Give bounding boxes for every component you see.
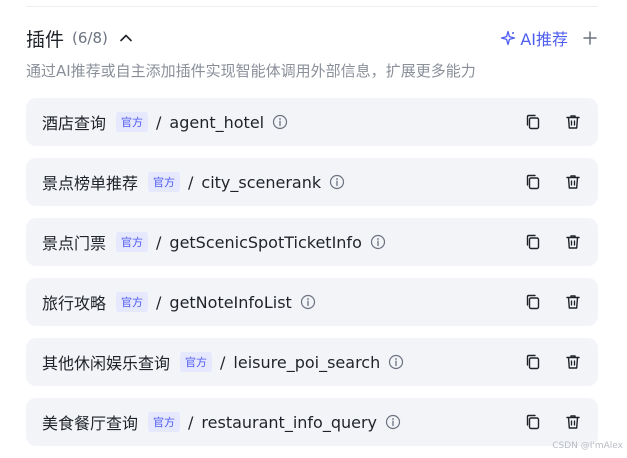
info-icon[interactable]	[300, 294, 316, 310]
sparkle-icon	[500, 30, 516, 46]
plugin-card[interactable]: 其他休闲娱乐查询官方 / leisure_poi_search	[26, 338, 598, 386]
plugin-card[interactable]: 旅行攻略官方 / getNoteInfoList	[26, 278, 598, 326]
plus-icon[interactable]	[582, 30, 598, 46]
ai-recommend-button[interactable]: AI推荐	[500, 26, 568, 50]
plugin-actions	[524, 293, 582, 311]
plugin-card[interactable]: 景点门票官方 / getScenicSpotTicketInfo	[26, 218, 598, 266]
official-badge: 官方	[116, 292, 148, 312]
official-badge: 官方	[116, 112, 148, 132]
info-icon[interactable]	[272, 114, 288, 130]
watermark: CSDN @I'mAlex	[552, 441, 623, 451]
plugin-api-name: getNoteInfoList	[169, 293, 291, 312]
trash-icon[interactable]	[564, 113, 582, 131]
trash-icon[interactable]	[564, 233, 582, 251]
plugin-actions	[524, 113, 582, 131]
trash-icon[interactable]	[564, 293, 582, 311]
info-icon[interactable]	[370, 234, 386, 250]
official-badge: 官方	[180, 352, 212, 372]
separator: /	[156, 113, 161, 132]
trash-icon[interactable]	[564, 353, 582, 371]
ai-recommend-label: AI推荐	[520, 26, 568, 50]
official-badge: 官方	[116, 232, 148, 252]
info-icon[interactable]	[385, 414, 401, 430]
separator: /	[188, 173, 193, 192]
plugin-api-name: agent_hotel	[169, 113, 264, 132]
trash-icon[interactable]	[564, 173, 582, 191]
trash-icon[interactable]	[564, 413, 582, 431]
plugin-card[interactable]: 景点榜单推荐官方 / city_scenerank	[26, 158, 598, 206]
plugin-card[interactable]: 酒店查询官方 / agent_hotel	[26, 98, 598, 146]
plugin-list: 酒店查询官方/agent_hotel景点榜单推荐官方/city_sceneran…	[26, 98, 598, 458]
separator: /	[156, 233, 161, 252]
plugin-api-name: restaurant_info_query	[201, 413, 377, 432]
copy-icon[interactable]	[524, 113, 542, 131]
copy-icon[interactable]	[524, 233, 542, 251]
separator: /	[220, 353, 225, 372]
plugin-name: 其他休闲娱乐查询	[42, 350, 170, 374]
plugin-actions	[524, 353, 582, 371]
info-icon[interactable]	[388, 354, 404, 370]
plugin-api-name: getScenicSpotTicketInfo	[169, 233, 361, 252]
plugin-api-name: city_scenerank	[201, 173, 321, 192]
header-actions: AI推荐	[500, 26, 598, 50]
section-description: 通过AI推荐或自主添加插件实现智能体调用外部信息，扩展更多能力	[26, 60, 598, 81]
plugin-name: 景点门票	[42, 230, 106, 254]
plugin-card[interactable]: 美食餐厅查询官方 / restaurant_info_query	[26, 398, 598, 446]
copy-icon[interactable]	[524, 353, 542, 371]
plugins-header: 插件 (6/8) AI推荐	[26, 24, 598, 52]
plugin-api-name: leisure_poi_search	[233, 353, 380, 372]
info-icon[interactable]	[329, 174, 345, 190]
plugin-actions	[524, 173, 582, 191]
official-badge: 官方	[148, 172, 180, 192]
plugin-name: 旅行攻略	[42, 290, 106, 314]
plugin-name: 景点榜单推荐	[42, 170, 138, 194]
top-divider	[26, 6, 598, 7]
plugin-count: (6/8)	[72, 29, 108, 47]
chevron-up-icon[interactable]	[118, 30, 134, 46]
plugin-name: 酒店查询	[42, 110, 106, 134]
copy-icon[interactable]	[524, 413, 542, 431]
copy-icon[interactable]	[524, 173, 542, 191]
copy-icon[interactable]	[524, 293, 542, 311]
plugin-actions	[524, 233, 582, 251]
plugin-actions	[524, 413, 582, 431]
official-badge: 官方	[148, 412, 180, 432]
separator: /	[156, 293, 161, 312]
separator: /	[188, 413, 193, 432]
section-title: 插件	[26, 25, 64, 52]
plugin-name: 美食餐厅查询	[42, 410, 138, 434]
